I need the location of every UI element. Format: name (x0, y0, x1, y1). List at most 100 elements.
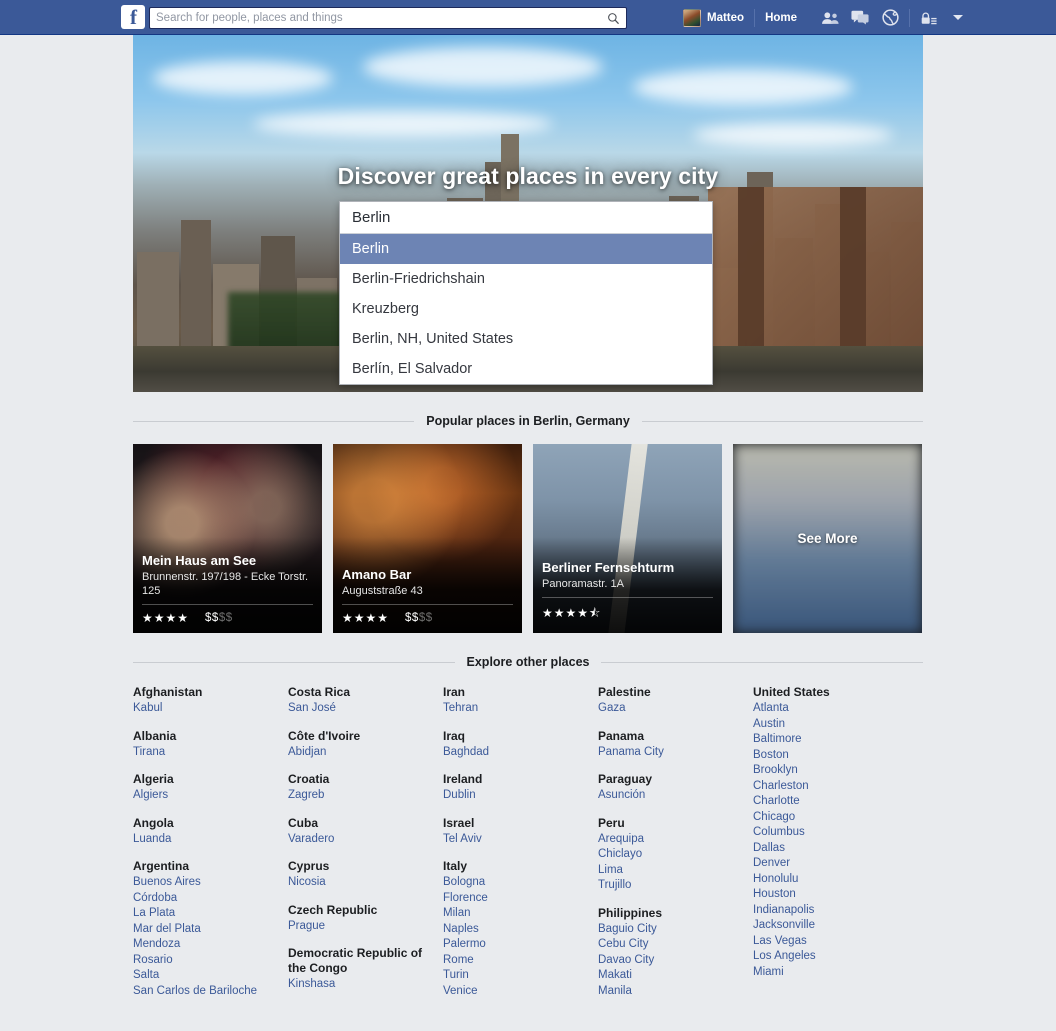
city-link[interactable]: La Plata (133, 906, 276, 922)
city-link[interactable]: Salta (133, 968, 276, 984)
city-link[interactable]: Palermo (443, 937, 586, 953)
city-link[interactable]: Luanda (133, 832, 276, 848)
city-link[interactable]: Córdoba (133, 891, 276, 907)
country-name: Afghanistan (133, 685, 203, 699)
city-link[interactable]: Davao City (598, 953, 741, 969)
city-link[interactable]: Manila (598, 984, 741, 1000)
city-link[interactable]: Mendoza (133, 937, 276, 953)
city-link[interactable]: Brooklyn (753, 763, 896, 779)
city-link[interactable]: Makati (598, 968, 741, 984)
city-link[interactable]: Houston (753, 887, 896, 903)
place-card[interactable]: Mein Haus am See Brunnenstr. 197/198 - E… (133, 444, 322, 633)
profile-link[interactable]: Matteo (675, 0, 752, 35)
cloud-shape (633, 69, 853, 105)
place-meta: ★★★★ $$$$ (342, 604, 513, 625)
city-link[interactable]: Trujillo (598, 878, 741, 894)
facebook-logo[interactable]: f (121, 5, 145, 29)
city-link[interactable]: Austin (753, 717, 896, 733)
city-link[interactable]: Cebu City (598, 937, 741, 953)
city-link[interactable]: Boston (753, 748, 896, 764)
divider-right (641, 420, 924, 422)
city-link[interactable]: Baguio City (598, 922, 741, 938)
suggestion-item-0[interactable]: Berlin (340, 234, 712, 264)
city-link[interactable]: Venice (443, 984, 586, 1000)
city-link[interactable]: Algiers (133, 788, 276, 804)
city-link[interactable]: Kinshasa (288, 977, 431, 993)
popular-places-cards: Mein Haus am See Brunnenstr. 197/198 - E… (133, 444, 923, 633)
city-link[interactable]: Rosario (133, 953, 276, 969)
city-link[interactable]: Chiclayo (598, 847, 741, 863)
city-link[interactable]: Rome (443, 953, 586, 969)
city-link[interactable]: Jacksonville (753, 918, 896, 934)
city-link[interactable]: Tel Aviv (443, 832, 586, 848)
explore-columns: Afghanistan Kabul Albania Tirana Algeria Algi… (133, 685, 923, 999)
home-link[interactable]: Home (757, 0, 805, 35)
city-link[interactable]: Charleston (753, 779, 896, 795)
global-search-box[interactable] (149, 7, 627, 29)
city-link[interactable]: Abidjan (288, 745, 431, 761)
city-link[interactable]: Nicosia (288, 875, 431, 891)
city-link[interactable]: Chicago (753, 810, 896, 826)
divider-left (133, 661, 455, 663)
place-card[interactable]: Amano Bar Auguststraße 43 ★★★★ $$$$ (333, 444, 522, 633)
place-card[interactable]: Berliner Fernsehturm Panoramastr. 1A ★★★… (533, 444, 722, 633)
city-link[interactable]: San Carlos de Bariloche (133, 984, 276, 1000)
city-link[interactable]: Prague (288, 919, 431, 935)
city-link[interactable]: Los Angeles (753, 949, 896, 965)
explore-column: United States Atlanta Austin Baltimore Bosto… (753, 685, 908, 999)
city-link[interactable]: Turin (443, 968, 586, 984)
nav-divider-2 (909, 8, 911, 27)
city-link[interactable]: Kabul (133, 701, 276, 717)
country-name: Palestine (598, 685, 651, 699)
city-link[interactable]: Varadero (288, 832, 431, 848)
city-link[interactable]: Bologna (443, 875, 586, 891)
city-suggestion-list: Berlin Berlin-Friedrichshain Kreuzberg B… (340, 234, 712, 384)
city-link[interactable]: Las Vegas (753, 934, 896, 950)
notifications-button[interactable] (877, 5, 903, 31)
suggestion-item-1[interactable]: Berlin-Friedrichshain (340, 264, 712, 294)
country-group: Argentina Buenos Aires Córdoba La Plata Mar … (133, 859, 276, 999)
rating-stars: ★★★★ (342, 611, 390, 625)
suggestion-item-2[interactable]: Kreuzberg (340, 294, 712, 324)
city-link[interactable]: Florence (443, 891, 586, 907)
city-link[interactable]: Denver (753, 856, 896, 872)
city-link[interactable]: Dallas (753, 841, 896, 857)
city-link[interactable]: Miami (753, 965, 896, 981)
city-link[interactable]: Gaza (598, 701, 741, 717)
city-search-input[interactable]: Berlin (340, 202, 712, 234)
city-link[interactable]: Atlanta (753, 701, 896, 717)
city-link[interactable]: Mar del Plata (133, 922, 276, 938)
city-link[interactable]: Columbus (753, 825, 896, 841)
city-link[interactable]: Tehran (443, 701, 586, 717)
friend-requests-button[interactable] (817, 5, 843, 31)
city-link[interactable]: Lima (598, 863, 741, 879)
city-link[interactable]: Charlotte (753, 794, 896, 810)
country-group: Albania Tirana (133, 729, 276, 761)
city-link[interactable]: Baghdad (443, 745, 586, 761)
city-link[interactable]: Asunción (598, 788, 741, 804)
city-link[interactable]: Arequipa (598, 832, 741, 848)
city-link[interactable]: Dublin (443, 788, 586, 804)
city-link[interactable]: Panama City (598, 745, 741, 761)
account-caret-icon[interactable] (953, 15, 964, 20)
place-info: Mein Haus am See Brunnenstr. 197/198 - E… (142, 552, 313, 625)
city-link[interactable]: Honolulu (753, 872, 896, 888)
suggestion-item-4[interactable]: Berlín, El Salvador (340, 354, 712, 384)
city-link[interactable]: Baltimore (753, 732, 896, 748)
city-link[interactable]: Milan (443, 906, 586, 922)
see-more-card[interactable]: See More (733, 444, 922, 633)
messages-button[interactable] (847, 5, 873, 31)
search-input[interactable] (150, 8, 600, 28)
city-link[interactable]: Naples (443, 922, 586, 938)
country-name: Cyprus (288, 859, 330, 873)
city-link[interactable]: Tirana (133, 745, 276, 761)
privacy-shortcuts-button[interactable] (916, 5, 942, 31)
price-empty: $$ (418, 612, 433, 624)
city-link[interactable]: Indianapolis (753, 903, 896, 919)
city-link[interactable]: Buenos Aires (133, 875, 276, 891)
suggestion-item-3[interactable]: Berlin, NH, United States (340, 324, 712, 354)
city-link[interactable]: San José (288, 701, 431, 717)
city-link[interactable]: Zagreb (288, 788, 431, 804)
search-button[interactable] (600, 8, 626, 28)
country-group: Costa Rica San José (288, 685, 431, 717)
